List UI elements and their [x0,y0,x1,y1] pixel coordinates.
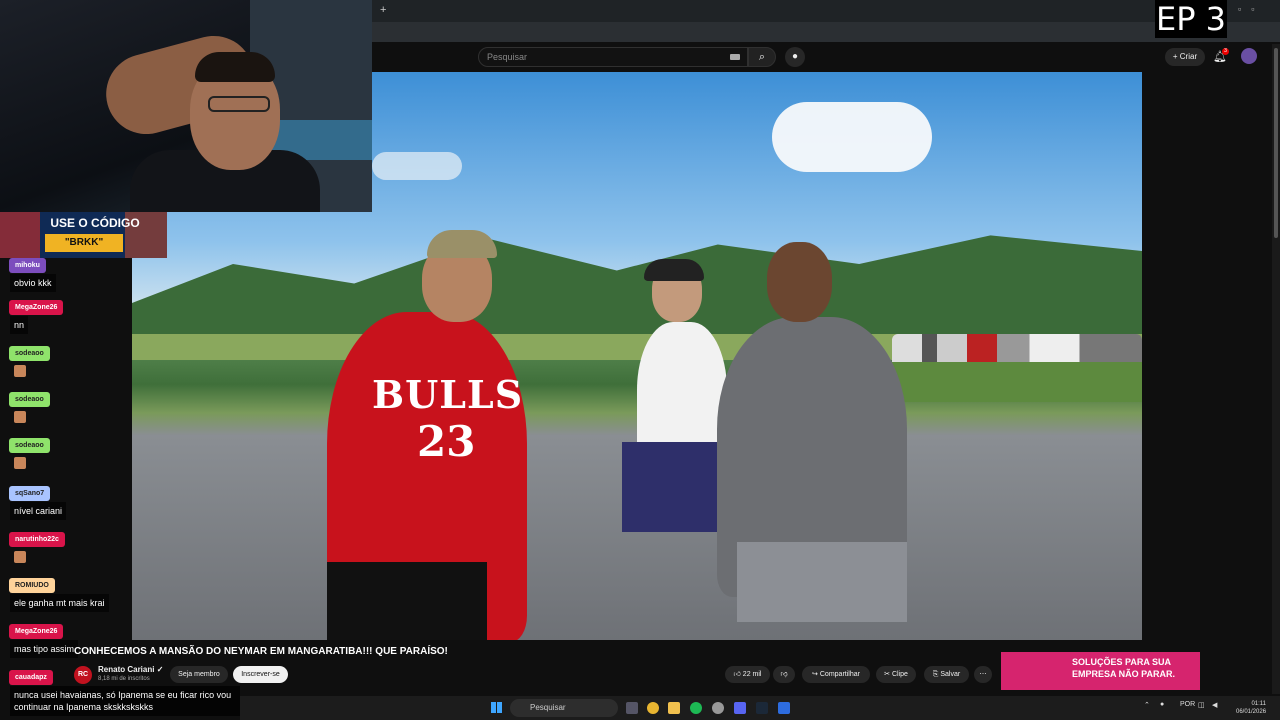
file-explorer-icon[interactable] [668,702,680,714]
chat-username: mihoku [9,258,46,273]
tray-chevron-icon[interactable]: ⌃ [1144,701,1150,709]
chat-emote-icon [14,551,26,563]
channel-avatar[interactable]: RC [74,666,92,684]
promo-line: USE O CÓDIGO [50,216,140,230]
subscribe-button[interactable]: Inscrever-se [233,666,288,683]
search-button[interactable]: ⌕ [748,47,776,67]
video-person-cap [644,259,704,281]
like-count: 22 mil [742,671,762,678]
chat-username: MegaZone26 [9,300,64,315]
save-label: Salvar [940,671,961,678]
language-indicator[interactable]: POR [1180,701,1195,708]
chat-emote-icon [14,411,26,423]
tray-icon[interactable]: ● [1160,701,1164,708]
spotify-icon[interactable] [690,702,702,714]
window-controls[interactable]: ▫▫ [1238,4,1264,14]
scrollbar-thumb[interactable] [1274,48,1278,238]
video-cloud [772,102,932,172]
chat-username: cauadapz [9,670,53,685]
promo-banner: USE O CÓDIGO "BRKK" [0,212,167,258]
more-icon: ⋯ [979,671,987,678]
join-button[interactable]: Seja membro [170,666,228,683]
chat-message: mas tipo assim [10,640,79,658]
new-tab-icon[interactable]: + [380,4,386,16]
discord-icon[interactable] [734,702,746,714]
share-label: Compartilhar [819,671,860,678]
chat-emote-icon [14,457,26,469]
clock-time: 01:11 [1251,701,1267,707]
jersey-number: 23 [417,417,476,466]
search-icon: ⌕ [758,51,766,63]
video-grass [892,362,1142,402]
chat-username: sodeaoo [9,392,50,407]
search-input[interactable]: Pesquisar [478,47,748,67]
chat-username: sodeaoo [9,438,50,453]
notification-badge: 3 [1222,48,1229,55]
webcam-streamer-hair [195,52,275,82]
share-button[interactable]: ↪ Compartilhar [802,666,870,683]
bookmark-icon: ⎘ [932,671,939,678]
video-title: CONHECEMOS A MANSÃO DO NEYMAR EM MANGARA… [74,646,448,657]
dislike-button[interactable]: 👎︎ [773,666,795,683]
taskbar-search[interactable]: Pesquisar [510,699,618,717]
video-cloud [372,152,462,180]
chat-message: nível cariani [10,502,67,520]
like-button[interactable]: 👍︎ 22 mil [725,666,770,683]
thumbs-down-icon: 👎︎ [780,671,788,678]
task-view-icon[interactable] [626,702,638,714]
video-person-shorts [622,442,717,532]
webcam-streamer-glasses [208,96,270,112]
channel-name-text: Renato Cariani [98,665,155,674]
episode-label: EP 3 [1155,0,1227,38]
chat-message: ele ganha mt mais krai [10,594,109,612]
clip-button[interactable]: ✂ Clipe [876,666,916,683]
thumbs-up-icon: 👍︎ [733,671,741,678]
create-label: Criar [1179,52,1198,61]
video-person-cap [427,230,497,258]
clock-date: 06/01/2026 [1236,709,1267,715]
more-actions-button[interactable]: ⋯ [974,666,992,683]
chat-message: obvio kkk [10,274,56,292]
chrome-icon[interactable] [647,702,659,714]
video-person-head [767,242,832,322]
webcam-overlay [0,0,372,212]
ad-text: SOLUÇÕES PARA SUA EMPRESA NÃO PARAR. [1072,657,1176,679]
channel-subscriber-count: 8,18 mi de inscritos [98,676,150,682]
microphone-icon[interactable]: ● [785,47,805,67]
video-person-shorts [737,542,907,622]
promo-code: "BRKK" [45,234,123,252]
browser-toolbar [372,22,1280,42]
chat-message-last: nunca usei havaianas, só Ipanema se eu f… [10,686,240,716]
app-icon[interactable] [712,702,724,714]
chat-username: narutinho22c [9,532,65,547]
network-icon[interactable]: ◫ [1198,701,1205,709]
taskbar-clock[interactable]: 01:11 06/01/2026 [1236,700,1266,716]
steam-icon[interactable] [756,702,768,714]
save-button[interactable]: ⎘ Salvar [924,666,969,683]
clip-label: Clipe [891,671,908,678]
chat-username: sqSano7 [9,486,51,501]
volume-icon[interactable]: ◀ [1212,701,1217,709]
account-avatar[interactable] [1241,48,1257,64]
video-person-shorts [327,562,487,640]
video-mountains [132,235,1142,342]
chat-emote-icon [14,365,26,377]
chat-message: nn [10,316,29,334]
scissors-icon: ✂ [884,671,890,678]
chat-username: ROMIUDO [9,578,55,593]
verified-icon: ✓ [156,665,164,674]
share-icon: ↪ [812,671,818,678]
chat-username: MegaZone26 [9,624,64,639]
app-icon[interactable] [778,702,790,714]
promo-art [0,212,40,258]
browser-tab-strip [372,0,1280,22]
create-button[interactable]: + Criar [1165,48,1205,66]
windows-start-icon[interactable] [491,702,502,713]
jersey-text: BULLS [372,372,524,417]
channel-name[interactable]: Renato Cariani ✓ [98,665,163,674]
keyboard-icon[interactable] [730,54,740,60]
chat-username: sodeaoo [9,346,50,361]
